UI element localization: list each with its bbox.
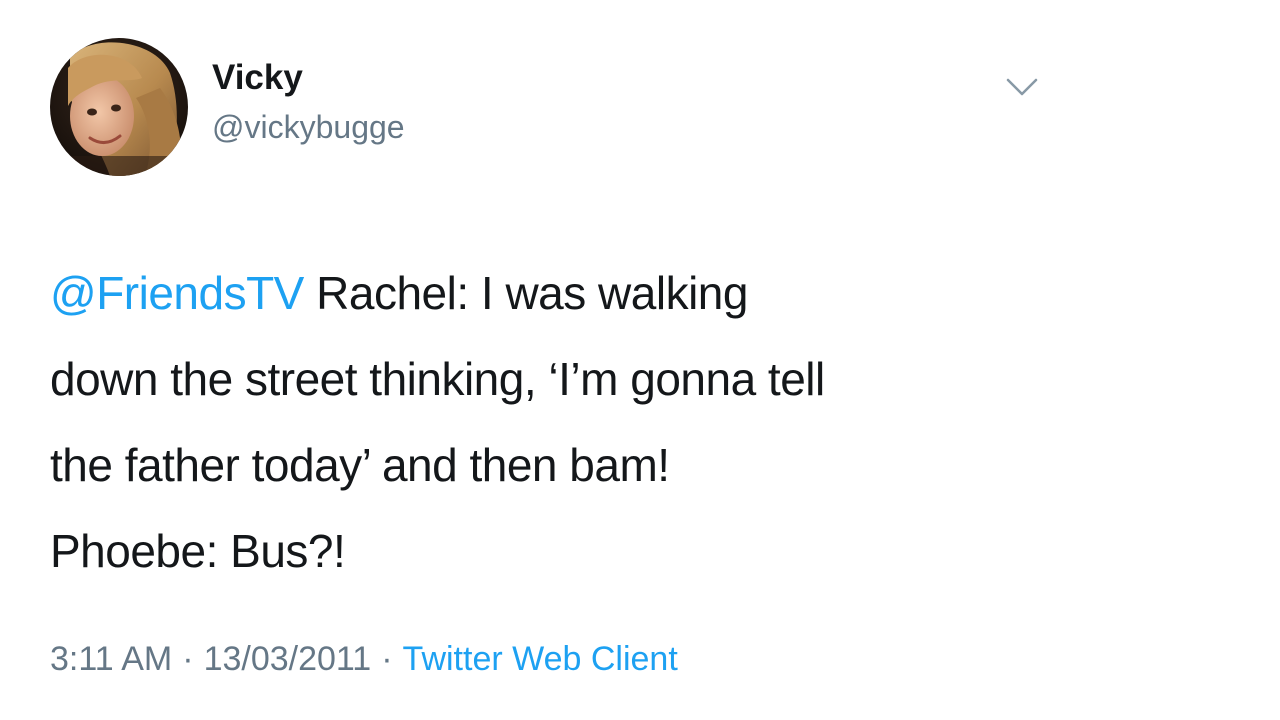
tweet-line: down the street thinking, ‘I’m gonna tel… xyxy=(50,353,825,405)
tweet-meta: 3:11 AM · 13/03/2011 · Twitter Web Client xyxy=(50,640,678,679)
tweet-source-link[interactable]: Twitter Web Client xyxy=(403,640,678,678)
mention-link[interactable]: @FriendsTV xyxy=(50,267,304,319)
tweet-line: Phoebe: Bus?! xyxy=(50,525,346,577)
tweet-line-text: Rachel: I was walking xyxy=(303,267,748,319)
tweet-time[interactable]: 3:11 AM xyxy=(50,640,172,678)
tweet-line: the father today’ and then bam! xyxy=(50,439,670,491)
author-display-name[interactable]: Vicky xyxy=(212,58,303,98)
avatar[interactable] xyxy=(50,38,188,176)
meta-separator: · xyxy=(182,640,194,678)
tweet-line: @FriendsTV Rachel: I was walking xyxy=(50,250,1050,336)
tweet-card: Vicky @vickybugge @FriendsTV Rachel: I w… xyxy=(0,0,1280,720)
tweet-date[interactable]: 13/03/2011 xyxy=(204,640,372,678)
tweet-text: @FriendsTV Rachel: I was walking down th… xyxy=(50,250,1050,594)
profile-photo-icon xyxy=(50,38,188,176)
meta-separator: · xyxy=(381,640,393,678)
chevron-down-icon xyxy=(1006,78,1038,96)
tweet-menu-button[interactable] xyxy=(1000,68,1044,108)
author-handle[interactable]: @vickybugge xyxy=(212,109,405,146)
